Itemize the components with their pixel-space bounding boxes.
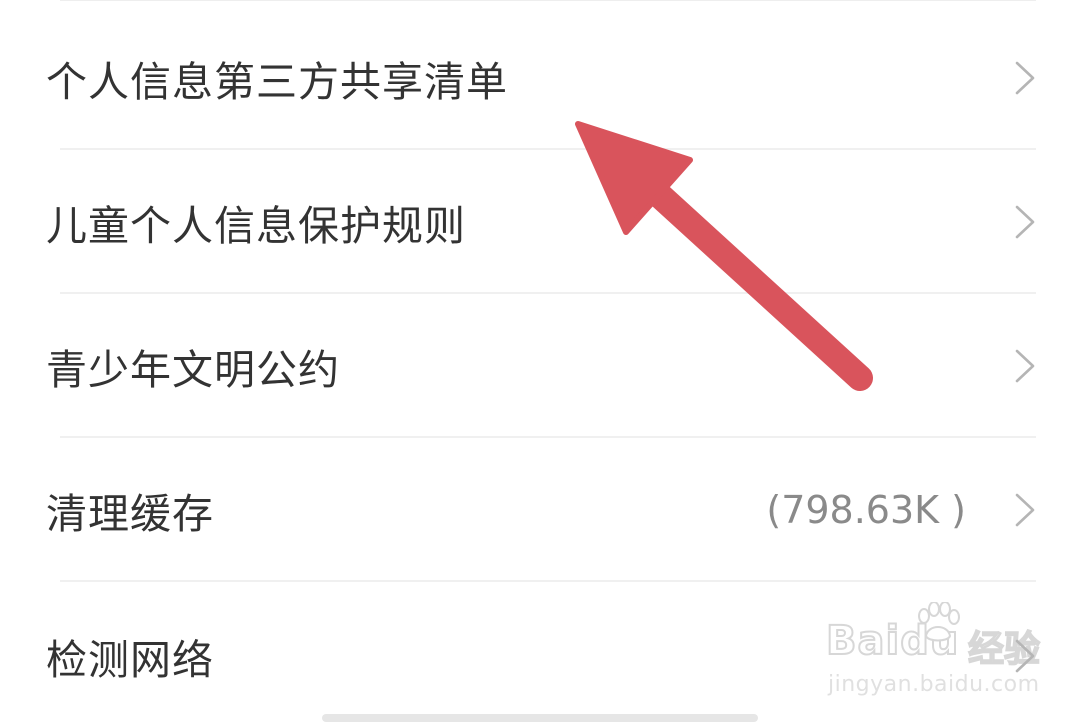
chevron-right-icon [1015, 639, 1035, 673]
chevron-right-icon [1015, 205, 1035, 239]
settings-screen: 个人信息第三方共享清单 儿童个人信息保护规则 青少年文明公约 清理缓存 (798… [0, 0, 1076, 724]
home-indicator[interactable] [322, 714, 758, 722]
settings-item-label: 个人信息第三方共享清单 [46, 58, 508, 106]
settings-item-clear-cache[interactable]: 清理缓存 (798.63K ) [0, 438, 1076, 582]
settings-item-child-privacy[interactable]: 儿童个人信息保护规则 [0, 150, 1076, 294]
settings-item-label: 清理缓存 [46, 490, 214, 538]
settings-item-label: 检测网络 [46, 636, 214, 684]
row-divider [60, 580, 1036, 582]
settings-item-label: 儿童个人信息保护规则 [46, 202, 466, 250]
cache-size-value: (798.63K ) [766, 488, 966, 532]
settings-item-youth-convention[interactable]: 青少年文明公约 [0, 294, 1076, 438]
settings-item-label: 青少年文明公约 [46, 346, 340, 394]
settings-item-network-check[interactable]: 检测网络 [0, 584, 1076, 724]
chevron-right-icon [1015, 349, 1035, 383]
top-divider [60, 0, 1036, 1]
chevron-right-icon [1015, 493, 1035, 527]
settings-item-third-party-sharing[interactable]: 个人信息第三方共享清单 [0, 6, 1076, 150]
chevron-right-icon [1015, 61, 1035, 95]
